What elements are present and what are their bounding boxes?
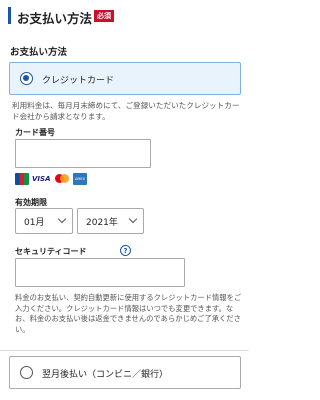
required-badge: 必須 <box>94 10 114 22</box>
billing-notice: 利用料金は、毎月月末締めにて、ご登録いただいたクレジットカード会社から請求となり… <box>12 101 240 121</box>
chevron-down-icon <box>128 214 138 224</box>
accent-bar <box>8 7 11 24</box>
card-number-label: カード番号 <box>15 128 55 137</box>
payment-option-deferred[interactable]: 翌月後払い（コンビニ／銀行） <box>9 356 241 389</box>
expiry-year-select[interactable]: 2021年 <box>77 208 144 234</box>
amex-logo-icon: AMEX <box>73 173 87 185</box>
security-code-label: セキュリティコード <box>15 247 87 256</box>
option-label-credit-card: クレジットカード <box>42 76 115 86</box>
jcb-logo-icon <box>15 173 29 185</box>
mastercard-logo-icon <box>54 173 70 185</box>
expiry-month-value: 01月 <box>24 218 45 228</box>
help-icon[interactable]: ? <box>120 245 131 256</box>
section-title: お支払い方法 <box>17 11 93 26</box>
visa-logo-icon: VISA <box>32 175 51 183</box>
card-number-input[interactable] <box>15 139 151 168</box>
radio-unselected-icon[interactable] <box>20 366 33 379</box>
radio-selected-icon[interactable] <box>20 72 33 85</box>
payment-method-label: お支払い方法 <box>10 47 68 58</box>
option-label-deferred: 翌月後払い（コンビニ／銀行） <box>42 370 169 380</box>
expiry-year-value: 2021年 <box>86 218 118 228</box>
security-code-input[interactable] <box>15 258 185 287</box>
expiry-label: 有効期限 <box>15 198 47 207</box>
chevron-down-icon <box>57 214 67 224</box>
card-info-notes: 料金のお支払い、契約自動更新に使用するクレジットカード情報をご入力ください。クレ… <box>15 293 242 334</box>
payment-option-credit-card[interactable]: クレジットカード <box>9 62 241 95</box>
expiry-month-select[interactable]: 01月 <box>15 208 73 234</box>
divider <box>0 350 249 351</box>
section-header: お支払い方法 必須 <box>0 0 249 36</box>
